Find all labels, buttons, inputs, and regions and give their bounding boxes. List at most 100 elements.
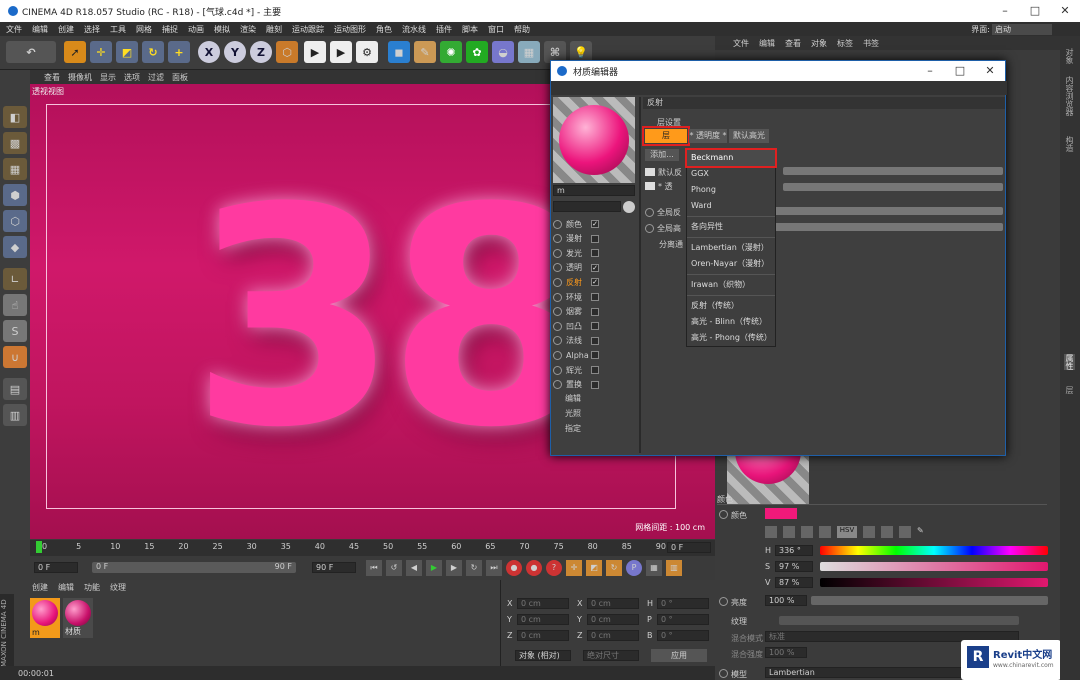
dropdown-option[interactable]: Phong	[687, 182, 775, 198]
eye-icon[interactable]	[645, 182, 655, 190]
channel-radio[interactable]	[553, 263, 562, 273]
channel-item[interactable]: 法线	[553, 334, 599, 348]
model-radio[interactable]	[719, 669, 728, 678]
pen-icon[interactable]: ✎	[414, 41, 436, 63]
object-menu-item[interactable]: 编辑	[759, 38, 775, 49]
menu-item[interactable]: 编辑	[32, 24, 48, 35]
side-tab[interactable]: 对象	[1064, 48, 1075, 64]
channel-item[interactable]: 颜色 ✓	[553, 217, 599, 231]
current-frame-field[interactable]: 0 F	[667, 542, 711, 553]
render-view-icon[interactable]: ▶	[304, 41, 326, 63]
key-scale-icon[interactable]: ◩	[586, 560, 602, 576]
material-thumb[interactable]: m	[30, 598, 60, 638]
menu-item[interactable]: 创建	[58, 24, 74, 35]
object-menu-item[interactable]: 对象	[811, 38, 827, 49]
select-arrow-icon[interactable]: ➚	[64, 41, 86, 63]
color-swatch[interactable]	[765, 508, 797, 519]
menu-item[interactable]: 动画	[188, 24, 204, 35]
texture-mode-icon[interactable]: ▩	[3, 132, 27, 154]
undo-icon[interactable]: ↶	[6, 41, 56, 63]
z-axis-icon[interactable]: Z	[250, 41, 272, 63]
snap-icon[interactable]: S	[3, 320, 27, 342]
viewport-menu-item[interactable]: 面板	[172, 72, 188, 83]
coord-value-field[interactable]: 0 cm	[517, 630, 569, 641]
menu-item[interactable]: 脚本	[462, 24, 478, 35]
size-mode-select[interactable]: 绝对尺寸	[583, 650, 639, 661]
channel-item[interactable]: 环境	[553, 290, 599, 304]
menu-item[interactable]: 文件	[6, 24, 22, 35]
coord-value-field[interactable]: 0 cm	[587, 598, 639, 609]
minimize-button[interactable]: –	[990, 0, 1020, 22]
hue-slider[interactable]	[820, 546, 1048, 555]
channel-checkbox[interactable]: ✓	[591, 220, 599, 228]
object-menu-item[interactable]: 文件	[733, 38, 749, 49]
tab-default-specular[interactable]: 默认高光	[729, 129, 769, 143]
viewport-menu-item[interactable]: 摄像机	[68, 72, 92, 83]
goto-start-icon[interactable]: ⏮	[366, 560, 382, 576]
dropdown-option[interactable]: 反射（传统）	[687, 298, 775, 314]
menu-item[interactable]: 捕捉	[162, 24, 178, 35]
channel-checkbox[interactable]	[591, 234, 599, 243]
coord-value-field[interactable]: 0 °	[657, 630, 709, 641]
channel-checkbox[interactable]	[591, 380, 599, 389]
material-section-link[interactable]: 编辑	[565, 393, 581, 404]
next-frame-icon[interactable]: ▶	[446, 560, 462, 576]
menu-item[interactable]: 运动图形	[334, 24, 366, 35]
channel-item[interactable]: 凹凸	[553, 319, 599, 333]
key-param-icon[interactable]: P	[626, 560, 642, 576]
prev-frame-icon[interactable]: ◀	[406, 560, 422, 576]
channel-checkbox[interactable]	[591, 293, 599, 301]
material-section-link[interactable]: 指定	[565, 423, 581, 434]
timeline-icon[interactable]: ▥	[666, 560, 682, 576]
channel-checkbox[interactable]	[591, 307, 599, 316]
key-rotation-icon[interactable]: ↻	[606, 560, 622, 576]
tab-transparency[interactable]: * 透明度 *	[689, 129, 727, 143]
blend-strength-field[interactable]: 100 %	[765, 647, 807, 658]
brightness-field[interactable]: 100 %	[765, 595, 807, 606]
coord-value-field[interactable]: 0 °	[657, 598, 709, 609]
global-spec-radio[interactable]	[645, 224, 654, 233]
maximize-button[interactable]: □	[1020, 0, 1050, 22]
channel-radio[interactable]	[553, 248, 562, 258]
menu-item[interactable]: 插件	[436, 24, 452, 35]
key-position-icon[interactable]: ✛	[566, 560, 582, 576]
channel-radio[interactable]	[553, 321, 562, 331]
object-menu-item[interactable]: 标签	[837, 38, 853, 49]
coord-value-field[interactable]: 0 cm	[517, 614, 569, 625]
workplane-icon[interactable]: ▦	[3, 158, 27, 180]
dropdown-option[interactable]: 高光 - Blinn（传统）	[687, 314, 775, 330]
eyedropper-icon[interactable]: ✎	[917, 526, 929, 538]
goto-end-icon[interactable]: ⏭	[486, 560, 502, 576]
menu-item[interactable]: 角色	[376, 24, 392, 35]
s-field[interactable]: 97 %	[775, 561, 813, 572]
add-icon[interactable]: +	[168, 41, 190, 63]
prev-key-icon[interactable]: ↺	[386, 560, 402, 576]
edges-mode-icon[interactable]: ⬡	[3, 210, 27, 232]
side-tab[interactable]: 构造	[1064, 136, 1075, 152]
channel-radio[interactable]	[553, 277, 562, 287]
menu-item[interactable]: 窗口	[488, 24, 504, 35]
subdivide-icon[interactable]: ✺	[440, 41, 462, 63]
channel-checkbox[interactable]	[591, 366, 599, 374]
y-axis-icon[interactable]: Y	[224, 41, 246, 63]
menu-item[interactable]: 选择	[84, 24, 100, 35]
layout-select[interactable]: 启动	[992, 23, 1052, 35]
image-icon[interactable]	[801, 526, 813, 538]
material-menu-item[interactable]: 创建	[32, 582, 48, 593]
range-slider[interactable]: 0 F 90 F	[92, 562, 296, 573]
material-menu-item[interactable]: 功能	[84, 582, 100, 593]
layer-strength-slider[interactable]	[783, 183, 1003, 191]
deformer-icon[interactable]: ◒	[492, 41, 514, 63]
global-spec-slider[interactable]	[773, 223, 1003, 231]
channel-checkbox[interactable]: ✓	[591, 263, 599, 272]
object-menu-item[interactable]: 书签	[863, 38, 879, 49]
material-menu-item[interactable]: 纹理	[110, 582, 126, 593]
cloner-icon[interactable]: ✿	[466, 41, 488, 63]
channel-radio[interactable]	[553, 219, 562, 229]
h-field[interactable]: 336 °	[775, 545, 813, 556]
value-slider[interactable]	[820, 578, 1048, 587]
menu-item[interactable]: 模拟	[214, 24, 230, 35]
model-select[interactable]: Lambertian	[765, 667, 965, 678]
layer-row[interactable]: 默认反	[645, 165, 687, 179]
coord-value-field[interactable]: 0 cm	[587, 630, 639, 641]
